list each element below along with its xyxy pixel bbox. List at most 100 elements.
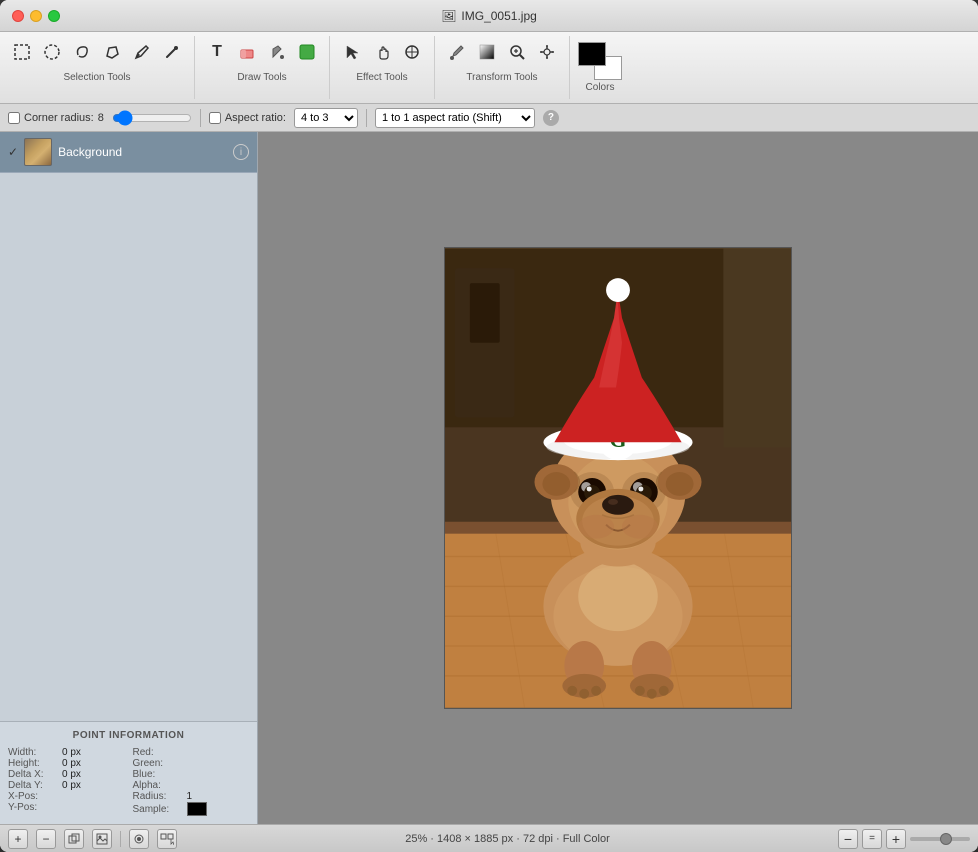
- red-label: Red:: [133, 747, 183, 758]
- duplicate-layer-button[interactable]: [64, 829, 84, 849]
- layer-visibility-check[interactable]: ✓: [8, 145, 18, 159]
- point-info-title: POINT INFORMATION: [8, 730, 249, 741]
- width-label: Width:: [8, 747, 58, 758]
- options-separator-2: [366, 109, 367, 127]
- selection-tools-label: Selection Tools: [63, 72, 130, 83]
- maximize-button[interactable]: [48, 10, 60, 22]
- aspect-ratio-checkbox[interactable]: [209, 112, 221, 124]
- delta-x-label: Delta X:: [8, 769, 58, 780]
- status-bar: + −: [0, 824, 978, 852]
- zoom-thumb: [940, 833, 952, 845]
- canvas-image[interactable]: G: [444, 247, 792, 709]
- height-row: Height: 0 px: [8, 758, 125, 769]
- alpha-row: Alpha:: [133, 780, 250, 791]
- y-pos-label: Y-Pos:: [8, 802, 58, 813]
- height-value: 0 px: [62, 758, 81, 769]
- layers-content: [0, 173, 257, 721]
- sample-color-swatch: [187, 802, 207, 816]
- effect-tools-icons: [338, 38, 426, 66]
- aspect-ratio-label: Aspect ratio:: [209, 112, 286, 124]
- effect-tools-group: Effect Tools: [330, 36, 435, 99]
- gradient-button[interactable]: [473, 38, 501, 66]
- remove-layer-button[interactable]: −: [36, 829, 56, 849]
- selection-mode-button[interactable]: [157, 829, 177, 849]
- foreground-color-swatch[interactable]: [578, 42, 606, 66]
- help-button[interactable]: ?: [543, 110, 559, 126]
- blue-label: Blue:: [133, 769, 183, 780]
- background-layer-item[interactable]: ✓ Background i: [0, 132, 257, 173]
- width-row: Width: 0 px: [8, 747, 125, 758]
- brush-button[interactable]: [158, 38, 186, 66]
- lasso-button[interactable]: [68, 38, 96, 66]
- zoom-fit-button[interactable]: =: [862, 829, 882, 849]
- close-button[interactable]: [12, 10, 24, 22]
- transform-tools-label: Transform Tools: [466, 72, 537, 83]
- corner-radius-label: Corner radius: 8: [8, 112, 104, 124]
- y-pos-row: Y-Pos:: [8, 802, 125, 813]
- clone-stamp-button[interactable]: [398, 38, 426, 66]
- hand-button[interactable]: [368, 38, 396, 66]
- radius-value: 1: [187, 791, 193, 802]
- add-layer-button[interactable]: +: [8, 829, 28, 849]
- alpha-label: Alpha:: [133, 780, 183, 791]
- zoom-button[interactable]: [503, 38, 531, 66]
- layer-name: Background: [58, 145, 227, 159]
- layer-image-button[interactable]: [92, 829, 112, 849]
- rectangular-marquee-button[interactable]: [8, 38, 36, 66]
- selection-arrow-button[interactable]: [338, 38, 366, 66]
- traffic-lights: [12, 10, 60, 22]
- colors-label: Colors: [586, 82, 615, 93]
- canvas-area[interactable]: G: [258, 132, 978, 824]
- colors-section[interactable]: Colors: [570, 36, 630, 99]
- main-area: ✓ Background i POINT INFORMATION Width: …: [0, 132, 978, 824]
- elliptical-marquee-button[interactable]: [38, 38, 66, 66]
- minimize-button[interactable]: [30, 10, 42, 22]
- pug-image: G: [445, 248, 791, 708]
- layer-info-button[interactable]: i: [233, 144, 249, 160]
- delta-x-row: Delta X: 0 px: [8, 769, 125, 780]
- draw-tools-label: Draw Tools: [237, 72, 286, 83]
- text-button[interactable]: T: [203, 38, 231, 66]
- status-separator-1: [120, 831, 121, 847]
- paint-bucket-button[interactable]: [263, 38, 291, 66]
- radius-row: Radius: 1: [133, 791, 250, 802]
- sample-row: Sample:: [133, 802, 250, 816]
- eraser-button[interactable]: [233, 38, 261, 66]
- point-info-panel: POINT INFORMATION Width: 0 px Height: 0 …: [0, 721, 257, 824]
- corner-radius-slider[interactable]: [112, 110, 192, 126]
- selection-tools-group: Selection Tools: [0, 36, 195, 99]
- point-info-grid: Width: 0 px Height: 0 px Delta X: 0 px: [8, 747, 249, 816]
- point-info-left: Width: 0 px Height: 0 px Delta X: 0 px: [8, 747, 125, 816]
- file-icon: 🖼: [441, 9, 456, 23]
- delta-x-value: 0 px: [62, 769, 81, 780]
- sample-label: Sample:: [133, 804, 183, 815]
- delta-y-label: Delta Y:: [8, 780, 58, 791]
- polygonal-lasso-button[interactable]: [98, 38, 126, 66]
- green-tool-button[interactable]: [293, 38, 321, 66]
- zoom-in-button[interactable]: +: [886, 829, 906, 849]
- red-row: Red:: [133, 747, 250, 758]
- window-title: 🖼 IMG_0051.jpg: [441, 9, 537, 23]
- color-picker-button[interactable]: [443, 38, 471, 66]
- constraint-select[interactable]: 1 to 1 aspect ratio (Shift) No constrain…: [375, 108, 535, 128]
- toolbar: Selection Tools T: [0, 32, 978, 104]
- color-swatches[interactable]: [578, 42, 622, 80]
- width-value: 0 px: [62, 747, 81, 758]
- view-toggle-button[interactable]: [129, 829, 149, 849]
- green-row: Green:: [133, 758, 250, 769]
- point-info-right: Red: Green: Blue: Alpha:: [133, 747, 250, 816]
- options-separator-1: [200, 109, 201, 127]
- radius-label: Radius:: [133, 791, 183, 802]
- green-label: Green:: [133, 758, 183, 769]
- zoom-out-button[interactable]: −: [838, 829, 858, 849]
- titlebar: 🖼 IMG_0051.jpg: [0, 0, 978, 32]
- transform-tools-group: Transform Tools: [435, 36, 570, 99]
- layer-thumbnail: [24, 138, 52, 166]
- options-bar: Corner radius: 8 Aspect ratio: 4 to 3 1 …: [0, 104, 978, 132]
- pencil-button[interactable]: [128, 38, 156, 66]
- corner-radius-checkbox[interactable]: [8, 112, 20, 124]
- aspect-ratio-select[interactable]: 4 to 3 1 to 1 16 to 9 Custom: [294, 108, 358, 128]
- zoom-controls: − = +: [838, 829, 970, 849]
- delta-y-row: Delta Y: 0 px: [8, 780, 125, 791]
- crosshair-button[interactable]: [533, 38, 561, 66]
